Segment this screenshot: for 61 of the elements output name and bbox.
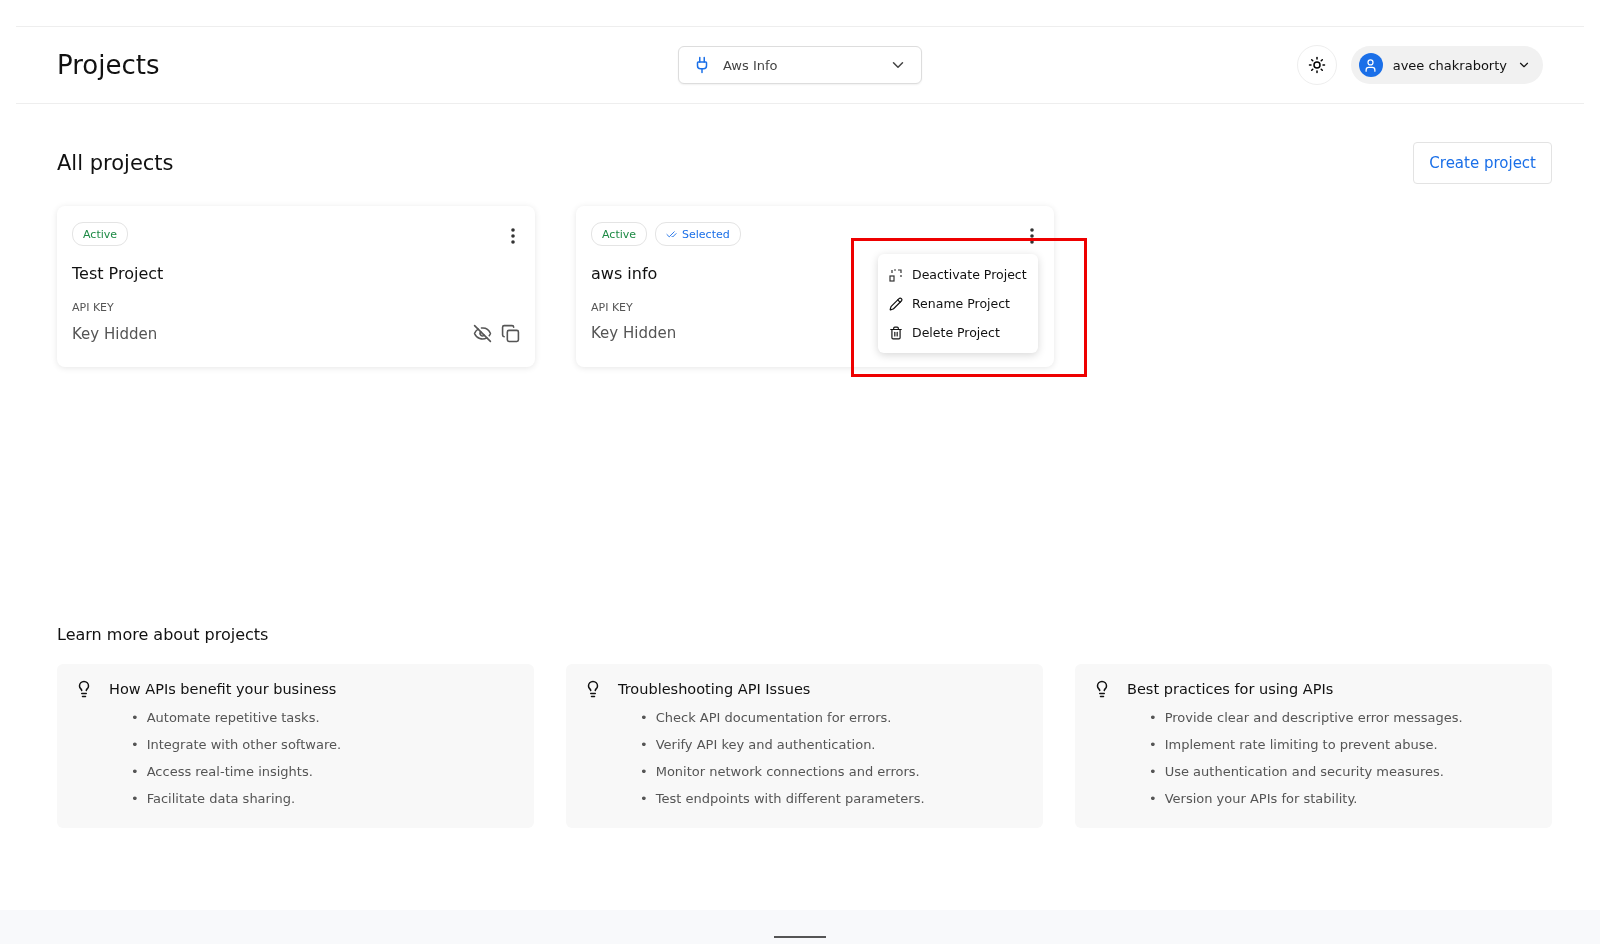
create-project-button[interactable]: Create project [1413, 142, 1552, 184]
project-card[interactable]: Active Test Project API KEY Key Hidden [57, 206, 535, 367]
api-key-value: Key Hidden [591, 324, 677, 342]
bullet-marker: • [131, 762, 139, 781]
hide-key-button[interactable] [473, 324, 492, 343]
info-card-title: Troubleshooting API Issues [618, 681, 811, 697]
tip-item: Provide clear and descriptive error messages. [1164, 708, 1463, 727]
deactivate-icon [889, 267, 903, 282]
tip-item: Use authentication and security measures. [1164, 762, 1444, 781]
sun-icon [1307, 56, 1326, 74]
tip-item: Verify API key and authentication. [655, 735, 876, 754]
section-title: Learn more about projects [57, 625, 270, 644]
bullet-marker: • [131, 735, 139, 754]
more-options-button[interactable] [1030, 228, 1034, 244]
menu-item[interactable]: Deactivate Project [878, 260, 1038, 289]
user-menu-button[interactable]: avee chakraborty [1350, 46, 1543, 84]
copy-button[interactable] [501, 324, 520, 343]
project-name: aws info [591, 264, 658, 283]
theme-toggle-button[interactable] [1296, 45, 1337, 85]
tip-item: Test endpoints with different parameters. [655, 789, 925, 808]
tip-item: Implement rate limiting to prevent abuse. [1164, 735, 1438, 754]
more-vertical-icon [1030, 228, 1034, 244]
project-select[interactable]: Aws Info [678, 46, 922, 84]
bullet-marker: • [1149, 708, 1157, 727]
api-key-label: API KEY [591, 301, 633, 314]
handle-bar [774, 936, 826, 938]
more-vertical-icon [511, 228, 515, 244]
tip-item: Monitor network connections and errors. [655, 762, 920, 781]
bullet-marker: • [640, 708, 648, 727]
info-card-title: How APIs benefit your business [109, 681, 337, 697]
eye-off-icon [473, 324, 492, 343]
tip-item: Version your APIs for stability. [1164, 789, 1358, 808]
status-badge: Active [72, 222, 129, 246]
bullet-marker: • [640, 789, 648, 808]
menu-item[interactable]: Rename Project [878, 289, 1038, 318]
tip-item: Check API documentation for errors. [655, 708, 892, 727]
tip-item: Access real-time insights. [146, 762, 313, 781]
info-card-title: Best practices for using APIs [1127, 681, 1334, 697]
page-title: Projects [57, 50, 161, 80]
bullet-marker: • [1149, 789, 1157, 808]
avatar-icon [1358, 53, 1383, 77]
bullet-marker: • [131, 708, 139, 727]
status-badge: Active [591, 222, 648, 246]
section-title: All projects [57, 151, 174, 175]
api-key-value: Key Hidden [72, 324, 158, 343]
project-name: Test Project [72, 264, 164, 283]
tip-item: Facilitate data sharing. [146, 789, 296, 808]
api-key-label: API KEY [72, 301, 114, 314]
bullet-marker: • [1149, 735, 1157, 754]
bullet-marker: • [640, 762, 648, 781]
copy-icon [501, 324, 520, 343]
bullet-marker: • [640, 735, 648, 754]
trash-icon [889, 325, 903, 340]
pencil-icon [889, 296, 903, 311]
tip-item: Integrate with other software. [146, 735, 342, 754]
menu-item[interactable]: Delete Project [878, 318, 1038, 347]
bullet-marker: • [1149, 762, 1157, 781]
bullet-marker: • [131, 789, 139, 808]
tip-item: Automate repetitive tasks. [146, 708, 320, 727]
more-options-button[interactable] [511, 228, 515, 244]
selected-badge: Selected [655, 222, 741, 246]
